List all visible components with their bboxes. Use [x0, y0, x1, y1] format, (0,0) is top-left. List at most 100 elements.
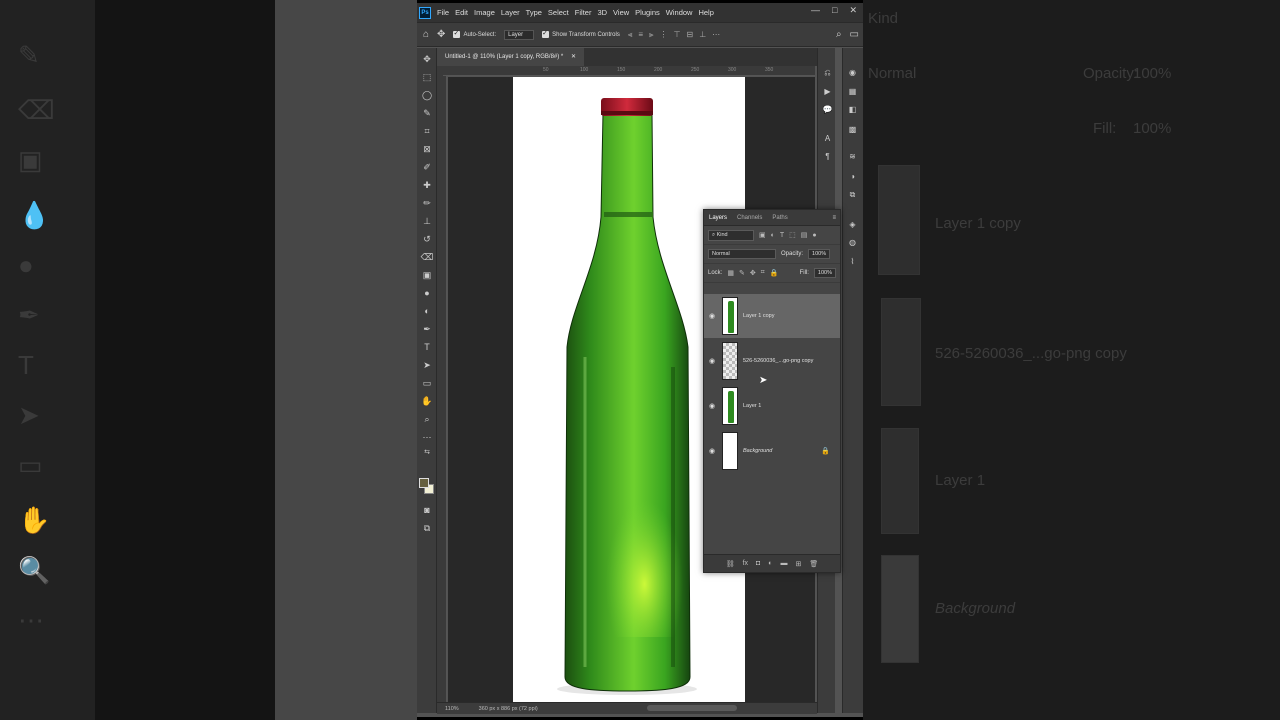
gradient-icon[interactable]: ▣ — [420, 268, 434, 282]
quick-select-icon[interactable]: ✎ — [420, 106, 434, 120]
more-options-icon[interactable]: ⋯ — [712, 30, 720, 40]
lasso-icon[interactable]: ◯ — [420, 88, 434, 102]
menu-layer[interactable]: Layer — [501, 8, 520, 17]
auto-select-checkbox[interactable]: Auto-Select: — [453, 29, 496, 38]
menu-image[interactable]: Image — [474, 8, 495, 17]
menu-file[interactable]: File — [437, 8, 449, 17]
align-center-icon[interactable]: ≡ — [638, 30, 643, 40]
move-icon[interactable]: ✥ — [420, 52, 434, 66]
history-icon[interactable]: ⎌ — [821, 66, 834, 79]
layers-panel-icon[interactable]: ◈ — [846, 218, 859, 231]
move-tool-icon[interactable]: ✥ — [437, 29, 445, 40]
frame-icon[interactable]: ⊠ — [420, 142, 434, 156]
swatches-icon[interactable]: ▦ — [846, 85, 859, 98]
libraries-icon[interactable]: ⧉ — [846, 188, 859, 201]
menu-3d[interactable]: 3D — [597, 8, 607, 17]
panel-menu-icon[interactable]: ≡ — [832, 215, 836, 221]
type-icon[interactable]: T — [420, 340, 434, 354]
character-icon[interactable]: A — [821, 132, 834, 145]
visibility-eye-icon[interactable]: ◉ — [704, 312, 720, 320]
gradients-icon[interactable]: ◧ — [846, 103, 859, 116]
zoom-icon[interactable]: ⌕ — [420, 412, 434, 426]
menu-select[interactable]: Select — [548, 8, 569, 17]
search-icon[interactable]: ⌕ — [836, 29, 842, 40]
eraser-icon[interactable]: ⌫ — [420, 250, 434, 264]
tab-paths[interactable]: Paths — [772, 215, 787, 221]
patterns-icon[interactable]: ▩ — [846, 123, 859, 136]
filter-toggle-icon[interactable]: ● — [812, 232, 816, 239]
visibility-eye-icon[interactable]: ◉ — [704, 357, 720, 365]
maximize-button[interactable]: □ — [832, 5, 837, 16]
layer-row[interactable]: ◉ Background 🔒 — [704, 429, 840, 473]
filter-shape-icon[interactable]: ⬚ — [789, 231, 796, 239]
lock-all-icon[interactable]: 🔒 — [770, 269, 779, 277]
rectangle-icon[interactable]: ▭ — [420, 376, 434, 390]
swap-colors-icon[interactable]: ⇆ — [420, 446, 434, 460]
lock-artboard-icon[interactable]: ⌗ — [761, 269, 765, 277]
foreground-color-swatch[interactable] — [419, 478, 429, 488]
layer-row[interactable]: ◉ Layer 1 — [704, 384, 840, 428]
menu-filter[interactable]: Filter — [575, 8, 592, 17]
align-bottom-icon[interactable]: ⊥ — [699, 30, 706, 40]
close-button[interactable]: ✕ — [849, 5, 857, 16]
new-group-icon[interactable]: ▬ — [781, 560, 788, 567]
screen-mode-icon[interactable]: ⧉ — [420, 521, 434, 535]
delete-layer-icon[interactable]: 🗑 — [809, 560, 818, 568]
minimize-button[interactable]: — — [811, 5, 820, 16]
properties-icon[interactable]: ◑ — [846, 170, 859, 183]
healing-icon[interactable]: ✚ — [420, 178, 434, 192]
menu-plugins[interactable]: Plugins — [635, 8, 660, 17]
layer-row[interactable]: ◉ Layer 1 copy — [704, 294, 840, 338]
filter-pixel-icon[interactable]: ▣ — [759, 231, 766, 239]
align-left-icon[interactable]: ⫷ — [628, 30, 633, 40]
auto-select-dropdown[interactable]: Layer — [504, 29, 535, 40]
pen-icon[interactable]: ✒ — [420, 322, 434, 336]
link-layers-icon[interactable]: ⛓ — [726, 560, 735, 568]
paths-icon[interactable]: ⌇ — [846, 255, 859, 268]
blend-mode-dropdown[interactable]: Normal — [708, 249, 776, 259]
align-middle-icon[interactable]: ⊟ — [687, 30, 694, 40]
horizontal-scrollbar[interactable] — [647, 705, 737, 711]
filter-type-icon[interactable]: T — [780, 232, 784, 239]
visibility-eye-icon[interactable]: ◉ — [704, 447, 720, 455]
workspace-icon[interactable]: ▭ — [850, 29, 859, 40]
align-right-icon[interactable]: ⫸ — [649, 30, 654, 40]
dodge-icon[interactable]: ◐ — [420, 304, 434, 318]
distribute-icon[interactable]: ⋮ — [660, 30, 668, 40]
menu-window[interactable]: Window — [666, 8, 693, 17]
tab-layers[interactable]: Layers — [709, 215, 727, 221]
menu-help[interactable]: Help — [698, 8, 713, 17]
opacity-field[interactable]: 100% — [808, 249, 831, 259]
home-icon[interactable]: ⌂ — [423, 29, 429, 40]
stamp-icon[interactable]: ⊥ — [420, 214, 434, 228]
filter-smart-object-icon[interactable]: ▤ — [801, 231, 808, 239]
paragraph-icon[interactable]: ¶ — [821, 150, 834, 163]
history-brush-icon[interactable]: ↺ — [420, 232, 434, 246]
filter-adjustment-icon[interactable]: ◐ — [771, 232, 775, 239]
crop-icon[interactable]: ⌗ — [420, 124, 434, 138]
path-select-icon[interactable]: ➤ — [420, 358, 434, 372]
lock-position-icon[interactable]: ✥ — [750, 269, 756, 277]
brush-icon[interactable]: ✏ — [420, 196, 434, 210]
document-tab[interactable]: Untitled-1 @ 110% (Layer 1 copy, RGB/8#)… — [437, 48, 584, 66]
channels-icon[interactable]: ◍ — [846, 236, 859, 249]
menu-edit[interactable]: Edit — [455, 8, 468, 17]
visibility-eye-icon[interactable]: ◉ — [704, 402, 720, 410]
layer-row[interactable]: ◉ 526-5260036_...go-png copy — [704, 339, 840, 383]
eyedropper-icon[interactable]: ✐ — [420, 160, 434, 174]
blur-icon[interactable]: ● — [420, 286, 434, 300]
color-icon[interactable]: ◉ — [846, 66, 859, 79]
zoom-level[interactable]: 110% — [445, 706, 459, 712]
adjustment-layer-icon[interactable]: ◐ — [768, 560, 772, 567]
comments-icon[interactable]: 💬 — [821, 103, 834, 116]
transform-controls-checkbox[interactable]: Show Transform Controls — [542, 29, 620, 38]
actions-play-icon[interactable]: ▶ — [821, 85, 834, 98]
menu-type[interactable]: Type — [526, 8, 542, 17]
fx-icon[interactable]: fx — [743, 560, 748, 567]
lock-transparent-icon[interactable]: ▦ — [727, 269, 734, 277]
quick-mask-icon[interactable]: ◙ — [420, 503, 434, 517]
close-tab-icon[interactable]: ✕ — [571, 54, 576, 60]
new-layer-icon[interactable]: ⊞ — [796, 560, 802, 568]
tab-channels[interactable]: Channels — [737, 215, 762, 221]
adjustments-icon[interactable]: ≋ — [846, 150, 859, 163]
